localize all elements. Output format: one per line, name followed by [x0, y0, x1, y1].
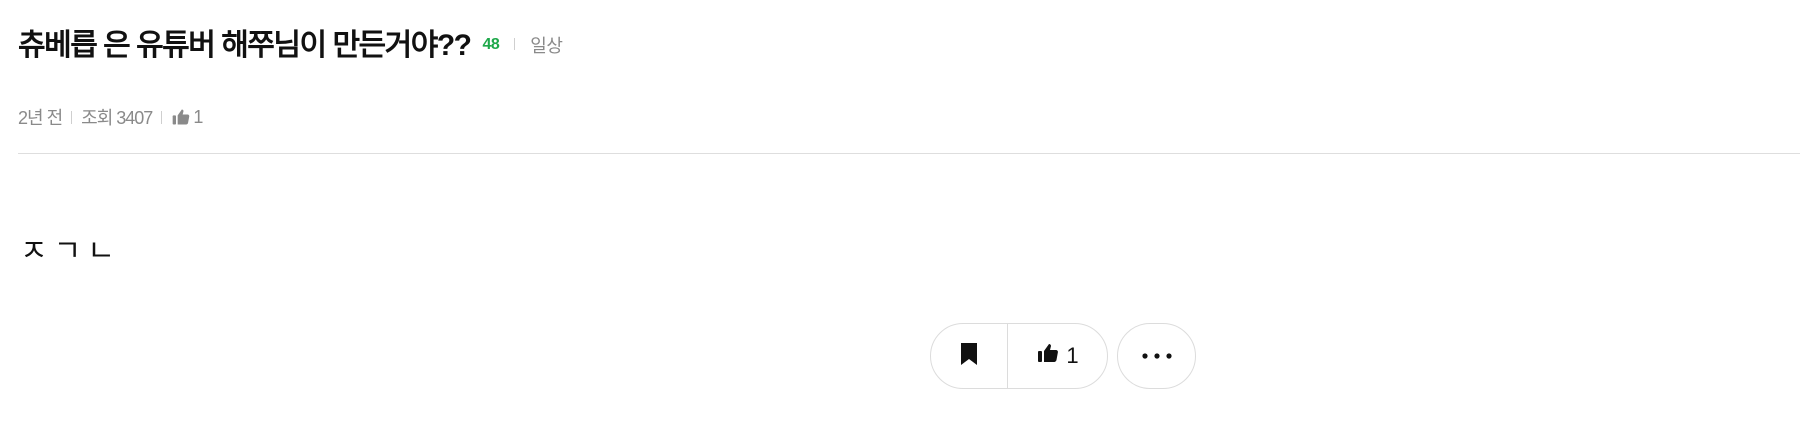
thumbs-up-icon: [1036, 341, 1060, 371]
like-count-meta: 1: [193, 106, 203, 127]
meta-separator: [71, 110, 73, 124]
post-view: 츄베릅 은 유튜버 해쭈님이 만든거야?? 48 일상 2년 전 조회 3407…: [0, 0, 1800, 428]
post-meta: 2년 전 조회 3407 1: [18, 105, 203, 129]
post-header: 츄베릅 은 유튜버 해쭈님이 만든거야?? 48 일상: [18, 22, 563, 62]
more-horizontal-icon: [1140, 347, 1174, 365]
like-button[interactable]: 1: [1008, 324, 1107, 388]
thumbs-up-icon: [171, 107, 191, 127]
more-button[interactable]: [1117, 323, 1196, 389]
meta-separator: [161, 110, 163, 124]
reaction-group: 1: [930, 323, 1108, 389]
post-actions: 1: [930, 323, 1196, 389]
view-count: 조회 3407: [81, 108, 153, 128]
category-label[interactable]: 일상: [530, 32, 563, 58]
bookmark-icon: [959, 342, 979, 371]
post-body: ㅈㄱㄴ: [20, 235, 121, 268]
title-separator: [514, 38, 516, 50]
bookmark-button[interactable]: [931, 324, 1008, 388]
header-divider: [18, 153, 1800, 154]
post-time: 2년 전: [18, 108, 63, 128]
post-title: 츄베릅 은 유튜버 해쭈님이 만든거야??: [18, 29, 472, 62]
comment-count[interactable]: 48: [483, 36, 500, 54]
like-count: 1: [1066, 343, 1079, 368]
